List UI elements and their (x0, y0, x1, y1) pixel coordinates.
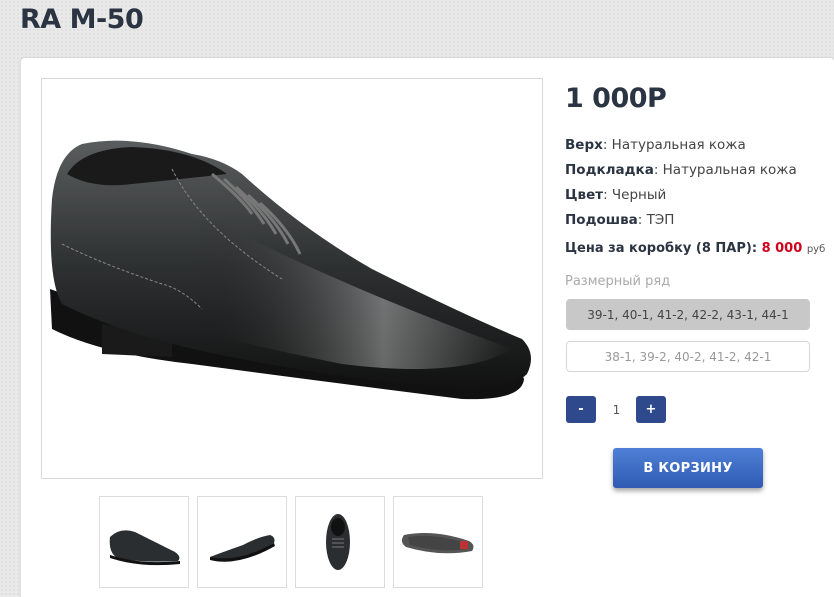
spec-color: Цвет: Черный (565, 187, 666, 203)
product-card: 1 000Р Верх: Натуральная кожа Подкладка:… (21, 58, 834, 597)
shoe-side-icon (109, 530, 180, 566)
spec-label: Цвет (565, 187, 604, 203)
box-price-currency: руб (806, 244, 826, 255)
add-to-cart-button[interactable]: В КОРЗИНУ (613, 448, 763, 488)
spec-value: : Натуральная кожа (653, 162, 797, 178)
size-option-1[interactable]: 39-1, 40-1, 41-2, 42-2, 43-1, 44-1 (566, 299, 810, 330)
spec-label: Подкладка (565, 162, 654, 178)
product-price: 1 000Р (565, 83, 667, 114)
shoe-top-icon (326, 514, 350, 570)
spec-value: : Натуральная кожа (602, 137, 746, 153)
thumbnail-3[interactable] (295, 496, 385, 588)
product-title: RA M-50 (20, 4, 144, 35)
spec-value: : ТЭП (637, 212, 675, 228)
spec-value: : Черный (603, 187, 667, 203)
size-range-label: Размерный ряд (565, 274, 671, 289)
box-price-label: Цена за коробку (8 ПАР): (565, 241, 758, 256)
spec-lining: Подкладка: Натуральная кожа (565, 162, 797, 178)
spec-sole: Подошва: ТЭП (565, 212, 674, 228)
quantity-minus-button[interactable]: - (566, 396, 596, 423)
shoe-sole-icon (401, 533, 474, 554)
box-price: Цена за коробку (8 ПАР): 8 000 руб (565, 241, 825, 256)
quantity-input[interactable] (599, 396, 634, 423)
spec-upper: Верх: Натуральная кожа (565, 137, 746, 153)
box-price-value: 8 000 (761, 241, 803, 256)
product-main-image[interactable] (41, 78, 543, 479)
thumbnail-4[interactable] (393, 496, 483, 588)
quantity-plus-button[interactable]: + (636, 396, 666, 423)
shoe-angle-icon (210, 535, 275, 562)
thumbnail-1[interactable] (99, 496, 189, 588)
spec-label: Подошва (565, 212, 638, 228)
thumbnail-2[interactable] (197, 496, 287, 588)
spec-label: Верх (565, 137, 603, 153)
shoe-image-icon (50, 140, 531, 400)
size-option-2[interactable]: 38-1, 39-2, 40-2, 41-2, 42-1 (566, 341, 810, 372)
